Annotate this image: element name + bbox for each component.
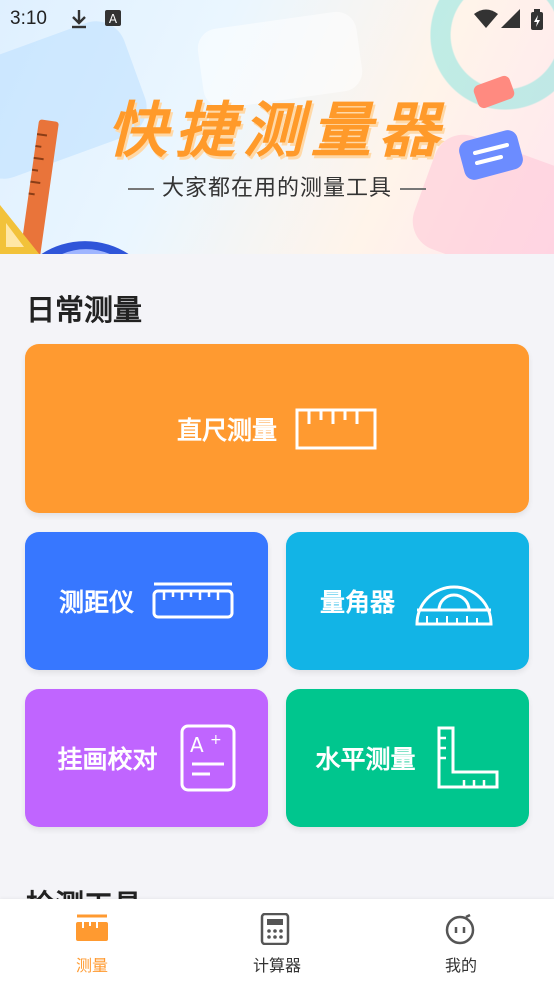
section-title-daily: 日常测量 bbox=[26, 293, 143, 327]
banner-subtitle: 大家都在用的测量工具 bbox=[0, 170, 554, 202]
level-measure-card[interactable]: 水平测量 bbox=[286, 689, 529, 827]
protractor-label: 量角器 bbox=[319, 588, 395, 617]
tab-calculator[interactable]: 计算器 bbox=[217, 899, 337, 984]
calculator-icon bbox=[260, 913, 290, 945]
ruler-tab-icon bbox=[76, 914, 108, 941]
square-ruler-icon bbox=[437, 726, 498, 789]
tab-measure[interactable]: 测量 bbox=[32, 899, 152, 984]
status-time: 3:10 bbox=[10, 8, 47, 29]
protractor-card[interactable]: 量角器 bbox=[286, 532, 529, 670]
ruler-icon bbox=[295, 408, 377, 449]
bottom-navigation: 测量 计算器 我的 bbox=[0, 899, 554, 984]
svg-text:A: A bbox=[109, 12, 118, 26]
document-a-plus-icon: A + bbox=[180, 724, 235, 792]
protractor-icon bbox=[415, 585, 493, 626]
tab-profile[interactable]: 我的 bbox=[401, 899, 521, 984]
picture-align-label: 挂画校对 bbox=[57, 745, 158, 774]
picture-align-card[interactable]: 挂画校对 A + bbox=[25, 689, 268, 827]
svg-text:A: A bbox=[190, 733, 204, 757]
battery-icon bbox=[531, 9, 543, 30]
svg-text:+: + bbox=[210, 732, 222, 748]
keyboard-a-icon: A bbox=[105, 10, 121, 26]
header-banner: 快捷测量器 大家都在用的测量工具 bbox=[0, 0, 554, 254]
banner-title: 快捷测量器 bbox=[107, 96, 447, 166]
ruler-measure-label: 直尺测量 bbox=[176, 415, 277, 445]
distance-meter-label: 测距仪 bbox=[58, 588, 134, 617]
signal-icon bbox=[501, 9, 520, 28]
tab-profile-label: 我的 bbox=[444, 956, 477, 975]
tab-measure-label: 测量 bbox=[75, 956, 108, 975]
distance-meter-card[interactable]: 测距仪 bbox=[25, 532, 268, 670]
wifi-icon bbox=[474, 9, 498, 28]
ruler-measure-card[interactable]: 直尺测量 bbox=[25, 344, 529, 513]
tape-measure-icon bbox=[152, 582, 234, 619]
tab-calculator-label: 计算器 bbox=[252, 956, 301, 975]
status-bar: 3:10 A bbox=[0, 0, 554, 36]
profile-face-icon bbox=[445, 913, 475, 945]
level-measure-label: 水平测量 bbox=[315, 745, 416, 774]
download-icon bbox=[72, 10, 86, 29]
